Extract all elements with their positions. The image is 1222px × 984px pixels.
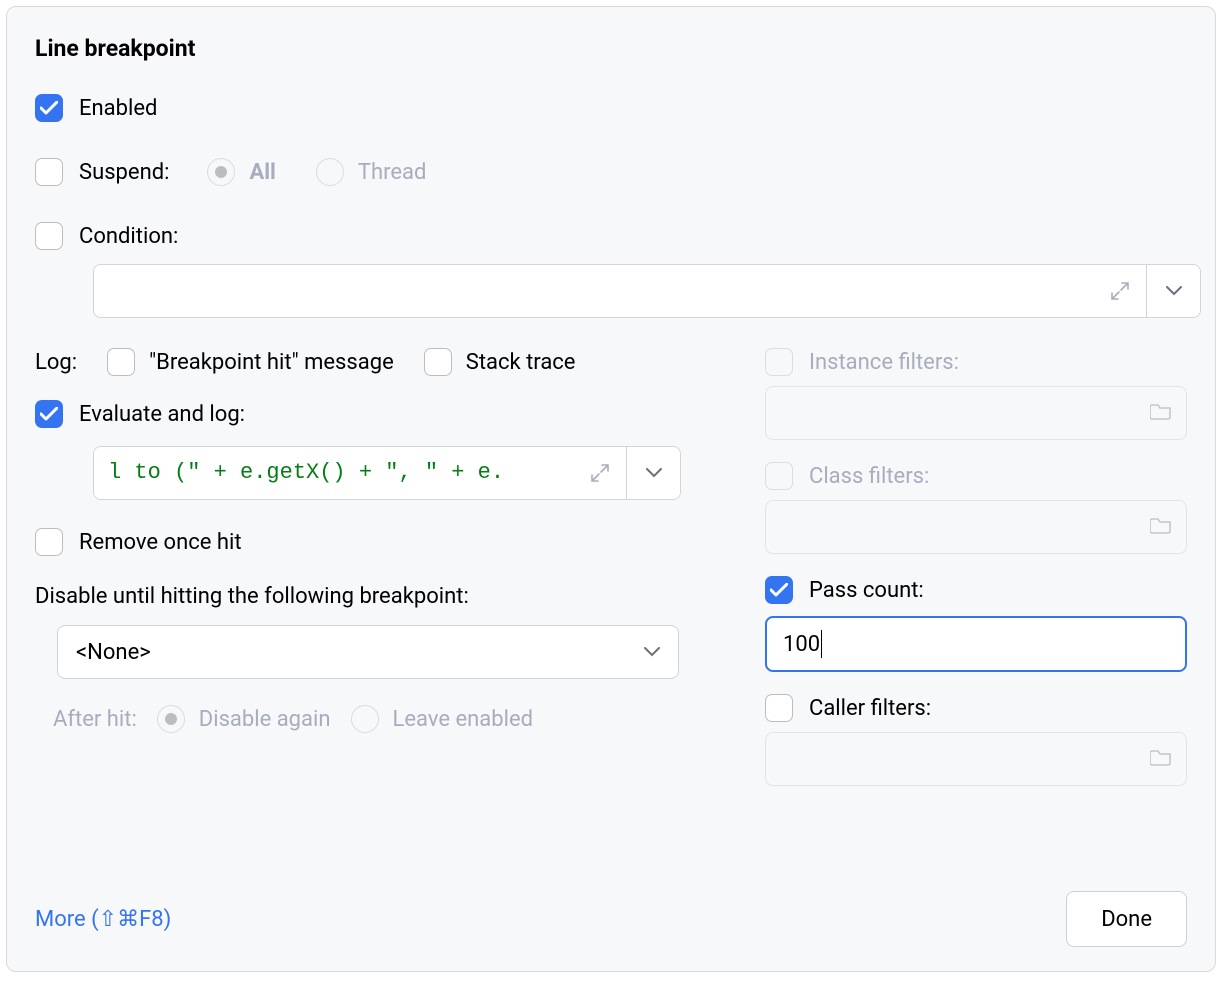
log-label: Log: <box>35 350 77 375</box>
suspend-thread-radio[interactable] <box>316 158 344 186</box>
pass-count-checkbox[interactable] <box>765 576 793 604</box>
after-hit-label: After hit: <box>53 707 137 732</box>
evaluate-input[interactable]: l to (" + e.getX() + ", " + e. <box>94 447 626 499</box>
pass-count-input[interactable]: 100 <box>765 616 1187 672</box>
pass-count-value: 100 <box>783 632 820 657</box>
instance-filters-input[interactable] <box>765 386 1187 440</box>
disable-until-select[interactable]: <None> <box>57 625 679 679</box>
caller-filters-input[interactable] <box>765 732 1187 786</box>
condition-input-group <box>93 264 1201 318</box>
pass-count-label: Pass count: <box>809 578 924 603</box>
log-stack-trace-checkbox[interactable] <box>424 348 452 376</box>
condition-input[interactable] <box>94 265 1146 317</box>
caller-filters-checkbox[interactable] <box>765 694 793 722</box>
evaluate-code: l to (" + e.getX() + ", " + e. <box>94 460 504 485</box>
disable-again-label: Disable again <box>199 707 331 732</box>
log-hit-message-label: "Breakpoint hit" message <box>149 350 394 375</box>
instance-filters-label: Instance filters: <box>809 350 959 375</box>
class-filters-checkbox[interactable] <box>765 462 793 490</box>
condition-checkbox[interactable] <box>35 222 63 250</box>
remove-once-hit-checkbox[interactable] <box>35 528 63 556</box>
evaluate-input-group: l to (" + e.getX() + ", " + e. <box>93 446 681 500</box>
more-link[interactable]: More (⇧⌘F8) <box>35 907 171 932</box>
disable-again-radio[interactable] <box>157 705 185 733</box>
condition-history-dropdown[interactable] <box>1146 265 1200 317</box>
expand-icon[interactable] <box>588 461 612 485</box>
class-filters-input[interactable] <box>765 500 1187 554</box>
dialog-footer: More (⇧⌘F8) Done <box>35 891 1187 947</box>
caller-filters-label: Caller filters: <box>809 696 931 721</box>
log-hit-message-checkbox[interactable] <box>107 348 135 376</box>
done-button-label: Done <box>1101 907 1152 932</box>
evaluate-checkbox[interactable] <box>35 400 63 428</box>
log-stack-trace-label: Stack trace <box>466 350 576 375</box>
suspend-all-radio[interactable] <box>207 158 235 186</box>
evaluate-history-dropdown[interactable] <box>626 447 680 499</box>
suspend-all-label: All <box>249 160 275 185</box>
suspend-label: Suspend: <box>79 160 169 185</box>
instance-filters-checkbox[interactable] <box>765 348 793 376</box>
folder-icon <box>1150 401 1172 426</box>
expand-icon[interactable] <box>1108 279 1132 303</box>
class-filters-label: Class filters: <box>809 464 929 489</box>
evaluate-label: Evaluate and log: <box>79 402 245 427</box>
leave-enabled-label: Leave enabled <box>393 707 534 732</box>
enabled-checkbox[interactable] <box>35 94 63 122</box>
dialog-title: Line breakpoint <box>35 35 1187 62</box>
enabled-label: Enabled <box>79 96 157 121</box>
folder-icon <box>1150 515 1172 540</box>
leave-enabled-radio[interactable] <box>351 705 379 733</box>
suspend-thread-label: Thread <box>358 160 427 185</box>
suspend-checkbox[interactable] <box>35 158 63 186</box>
remove-once-hit-label: Remove once hit <box>79 530 242 555</box>
text-caret <box>821 630 822 658</box>
done-button[interactable]: Done <box>1066 891 1187 947</box>
breakpoint-dialog: Line breakpoint Enabled Suspend: All Thr… <box>6 6 1216 972</box>
condition-label: Condition: <box>79 224 178 249</box>
disable-until-label: Disable until hitting the following brea… <box>35 584 695 609</box>
folder-icon <box>1150 747 1172 772</box>
disable-until-value: <None> <box>76 640 151 665</box>
